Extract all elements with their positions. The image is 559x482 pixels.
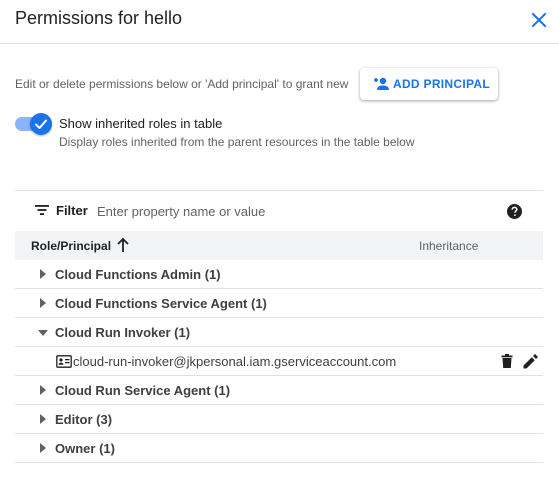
role-row-cloud-functions-service-agent[interactable]: Cloud Functions Service Agent (1) bbox=[15, 289, 543, 318]
add-principal-label: ADD PRINCIPAL bbox=[393, 77, 491, 91]
trash-icon[interactable] bbox=[501, 354, 513, 368]
role-row-cloud-run-invoker[interactable]: Cloud Run Invoker (1) bbox=[15, 318, 543, 347]
chevron-right-icon[interactable] bbox=[39, 414, 47, 424]
filter-bar: Filter bbox=[15, 190, 543, 231]
role-row-owner[interactable]: Owner (1) bbox=[15, 434, 543, 463]
role-label: Cloud Functions Service Agent (1) bbox=[55, 296, 267, 311]
table-header: Role/Principal Inheritance bbox=[15, 231, 543, 260]
toggle-knob bbox=[30, 113, 52, 135]
principal-label: cloud-run-invoker@jkpersonal.iam.gservic… bbox=[73, 354, 397, 369]
dialog-header: Permissions for hello bbox=[0, 0, 559, 44]
add-principal-button[interactable]: ADD PRINCIPAL bbox=[360, 68, 498, 100]
close-icon[interactable] bbox=[527, 8, 551, 32]
chevron-right-icon[interactable] bbox=[39, 269, 47, 279]
filter-input[interactable] bbox=[97, 200, 477, 222]
chevron-right-icon[interactable] bbox=[39, 298, 47, 308]
role-label: Cloud Functions Admin (1) bbox=[55, 267, 221, 282]
filter-label: Filter bbox=[56, 203, 88, 218]
role-row-editor[interactable]: Editor (3) bbox=[15, 405, 543, 434]
column-header-inheritance: Inheritance bbox=[419, 239, 479, 253]
role-label: Cloud Run Invoker (1) bbox=[55, 325, 191, 340]
chevron-right-icon[interactable] bbox=[39, 385, 47, 395]
person-add-icon bbox=[374, 77, 389, 90]
chevron-right-icon[interactable] bbox=[39, 443, 47, 453]
check-icon bbox=[35, 119, 47, 129]
edit-icon[interactable] bbox=[523, 354, 538, 369]
role-row-cloud-run-service-agent[interactable]: Cloud Run Service Agent (1) bbox=[15, 376, 543, 405]
toggle-sublabel: Display roles inherited from the parent … bbox=[59, 135, 415, 149]
column-header-role-principal[interactable]: Role/Principal bbox=[31, 239, 111, 253]
role-label: Cloud Run Service Agent (1) bbox=[55, 383, 231, 398]
dialog-title: Permissions for hello bbox=[15, 8, 183, 28]
arrow-up-icon[interactable] bbox=[116, 237, 130, 253]
role-label: Owner (1) bbox=[55, 441, 115, 456]
intro-text: Edit or delete permissions below or 'Add… bbox=[15, 77, 349, 91]
close-button[interactable] bbox=[527, 8, 551, 32]
role-row-cloud-functions-admin[interactable]: Cloud Functions Admin (1) bbox=[15, 260, 543, 289]
service-account-icon bbox=[56, 355, 72, 368]
principal-row: cloud-run-invoker@jkpersonal.iam.gservic… bbox=[15, 347, 543, 376]
chevron-down-icon[interactable] bbox=[38, 329, 48, 337]
filter-icon bbox=[35, 205, 49, 215]
role-label: Editor (3) bbox=[55, 412, 113, 427]
inherited-roles-toggle[interactable] bbox=[15, 113, 53, 135]
help-icon[interactable] bbox=[507, 204, 522, 219]
toggle-label: Show inherited roles in table bbox=[59, 116, 223, 131]
